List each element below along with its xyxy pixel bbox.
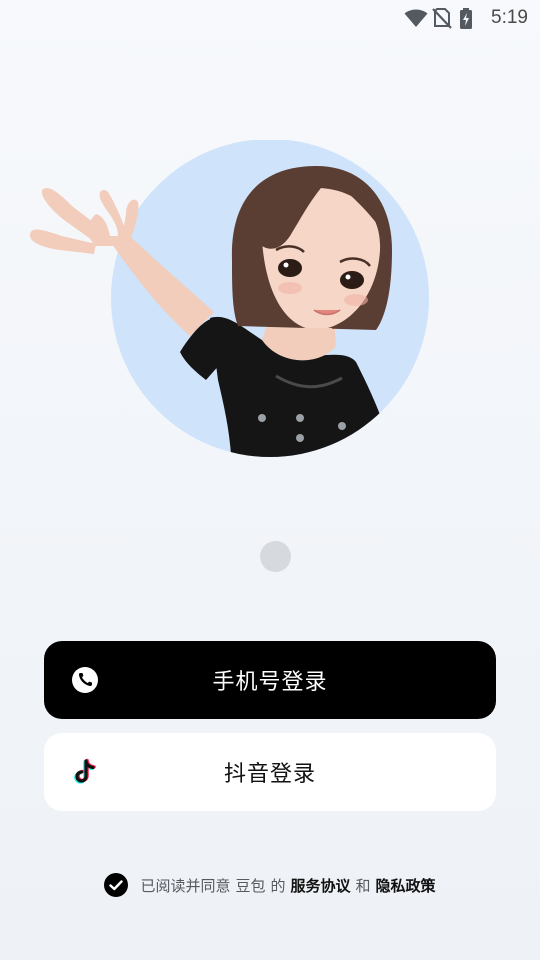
page-indicator-dot[interactable] [260,541,291,572]
agreement-row: 已阅读并同意 豆包 的 服务协议 和 隐私政策 [0,871,540,899]
avatar-illustration [29,140,429,457]
phone-login-label: 手机号登录 [212,670,328,695]
wifi-icon [404,9,428,27]
battery-charging-icon [460,8,472,29]
agreement-prefix: 已阅读并同意 [140,876,231,895]
status-time: 5:19 [491,7,528,28]
phone-icon [72,667,98,693]
privacy-policy-link[interactable]: 隐私政策 [376,875,436,896]
phone-login-button[interactable]: 手机号登录 [44,641,496,719]
status-bar: 5:19 [0,0,540,36]
agreement-app-name: 豆包 [235,876,266,895]
checkbox-checked-icon[interactable] [104,873,129,897]
service-agreement-link[interactable]: 服务协议 [291,875,351,896]
agreement-and: 和 [355,876,371,895]
douyin-login-button[interactable]: 抖音登录 [44,733,496,811]
douyin-login-label: 抖音登录 [223,762,316,787]
no-sim-icon [432,8,452,29]
douyin-icon [74,758,96,784]
agreement-of: 的 [270,876,286,895]
